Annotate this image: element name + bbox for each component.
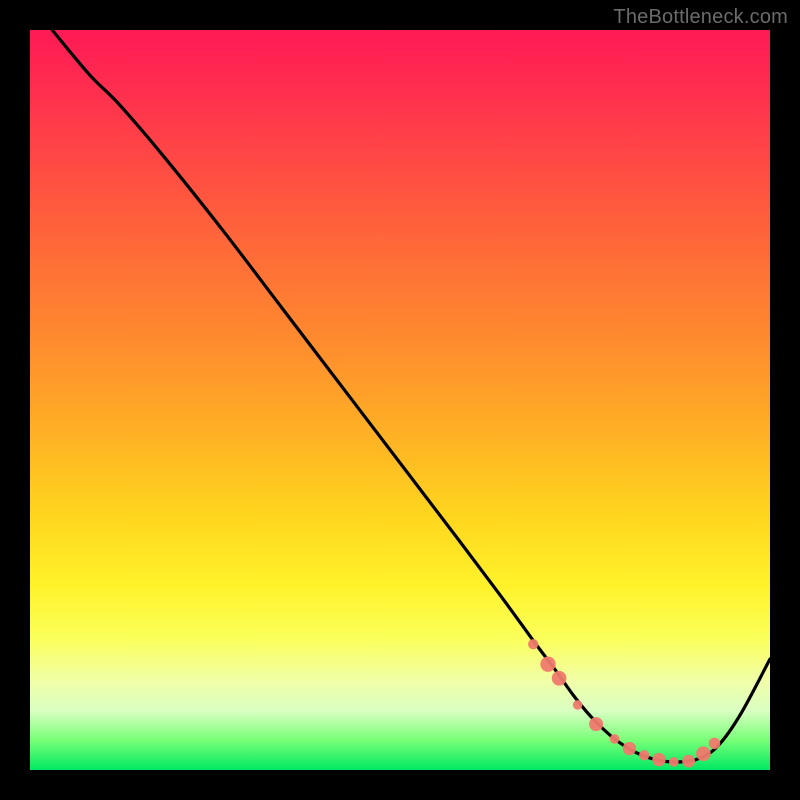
marker-dot (639, 750, 649, 760)
curve-svg (30, 30, 770, 770)
marker-dot (552, 671, 567, 686)
chart-frame: TheBottleneck.com (0, 0, 800, 800)
marker-dot (540, 657, 555, 672)
marker-dot (573, 700, 583, 710)
marker-dot (589, 717, 603, 731)
marker-dot (669, 757, 679, 767)
marker-dot (528, 639, 538, 649)
marker-group (528, 639, 720, 767)
plot-area (30, 30, 770, 770)
marker-dot (652, 753, 665, 766)
marker-dot (623, 742, 636, 755)
marker-dot (682, 755, 695, 768)
bottleneck-curve (52, 30, 770, 762)
watermark-text: TheBottleneck.com (613, 6, 788, 29)
marker-dot (696, 746, 711, 761)
marker-dot (610, 734, 620, 744)
marker-dot (709, 738, 721, 750)
